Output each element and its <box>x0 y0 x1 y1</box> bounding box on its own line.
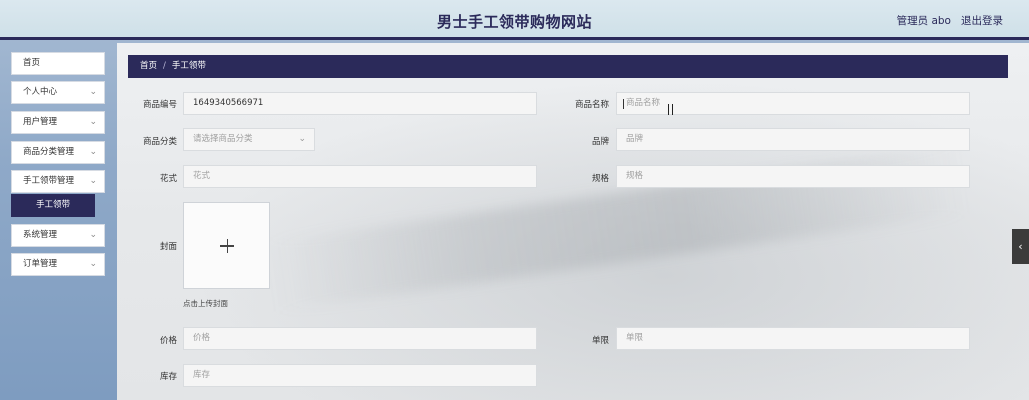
label-spec: 规格 <box>591 174 609 184</box>
stock-input[interactable]: 库存 <box>183 364 537 387</box>
label-category: 商品分类 <box>142 137 177 147</box>
spec-input[interactable]: 规格 <box>616 165 970 188</box>
main-content: 首页 / 手工领带 商品编号 1649340566971 商品名称 商品名称 商品分… <box>117 43 1029 400</box>
breadcrumb-home[interactable]: 首页 <box>140 61 157 71</box>
chevron-down-icon: ⌄ <box>89 176 97 186</box>
limit-input[interactable]: 单限 <box>616 327 970 350</box>
chevron-down-icon: ⌄ <box>89 259 97 269</box>
label-price: 价格 <box>159 336 177 346</box>
breadcrumb-current: 手工领带 <box>171 61 206 71</box>
sidebar-item-label: 商品分类管理 <box>23 147 75 157</box>
sidebar-item-order-management[interactable]: 订单管理 ⌄ <box>11 253 105 276</box>
sidebar-item-category-management[interactable]: 商品分类管理 ⌄ <box>11 141 105 164</box>
sidebar-item-label: 首页 <box>23 58 41 68</box>
brand-input[interactable]: 品牌 <box>616 128 970 151</box>
label-product-name: 商品名称 <box>574 100 609 110</box>
chevron-down-icon: ⌄ <box>89 230 97 240</box>
pattern-input[interactable]: 花式 <box>183 165 537 188</box>
chevron-down-icon: ⌄ <box>89 147 97 157</box>
chevron-down-icon: ⌄ <box>89 87 97 97</box>
sidebar-item-system-management[interactable]: 系统管理 ⌄ <box>11 224 105 247</box>
product-code-input[interactable]: 1649340566971 <box>183 92 537 115</box>
text-caret <box>623 99 624 109</box>
breadcrumb-separator: / <box>163 61 166 71</box>
sidebar-item-personal-center[interactable]: 个人中心 ⌄ <box>11 81 105 104</box>
category-placeholder: 请选择商品分类 <box>193 134 253 144</box>
label-pattern: 花式 <box>159 174 177 184</box>
site-title: 男士手工领带购物网站 <box>436 13 592 31</box>
cover-upload-button[interactable] <box>183 202 270 289</box>
label-stock: 库存 <box>159 372 177 382</box>
logout-link[interactable]: 退出登录 <box>961 13 1003 28</box>
sidebar-item-label: 用户管理 <box>23 117 58 127</box>
breadcrumb: 首页 / 手工领带 <box>128 55 1008 78</box>
label-product-code: 商品编号 <box>142 100 177 110</box>
collapse-panel-button[interactable]: ‹ <box>1012 229 1029 264</box>
cover-upload-hint: 点击上传封面 <box>183 299 228 308</box>
sidebar-item-user-management[interactable]: 用户管理 ⌄ <box>11 111 105 134</box>
sidebar: 首页 个人中心 ⌄ 用户管理 ⌄ 商品分类管理 ⌄ 手工领带管理 ⌄ 手工领带 … <box>0 43 117 400</box>
sidebar-subitem-tie[interactable]: 手工领带 <box>11 194 95 217</box>
label-brand: 品牌 <box>591 137 609 147</box>
chevron-down-icon: ⌄ <box>298 134 306 144</box>
price-input[interactable]: 价格 <box>183 327 537 350</box>
label-limit: 单限 <box>591 336 609 346</box>
sidebar-item-label: 手工领带管理 <box>23 176 75 186</box>
product-name-placeholder: 商品名称 <box>626 98 661 108</box>
sidebar-item-tie-management[interactable]: 手工领带管理 ⌄ <box>11 170 105 193</box>
current-user: 管理员 abo <box>896 15 951 27</box>
plus-icon-vertical <box>226 239 228 253</box>
sidebar-item-label: 个人中心 <box>23 87 58 97</box>
sidebar-item-label: 订单管理 <box>23 259 58 269</box>
sidebar-item-label: 系统管理 <box>23 230 58 240</box>
chevron-down-icon: ⌄ <box>89 117 97 127</box>
sidebar-item-home[interactable]: 首页 <box>11 52 105 75</box>
category-select[interactable]: 请选择商品分类 ⌄ <box>183 128 315 151</box>
top-header: 男士手工领带购物网站 管理员 abo 退出登录 <box>0 0 1029 40</box>
label-cover: 封面 <box>159 242 177 252</box>
mouse-ibeam-cursor <box>668 104 673 115</box>
